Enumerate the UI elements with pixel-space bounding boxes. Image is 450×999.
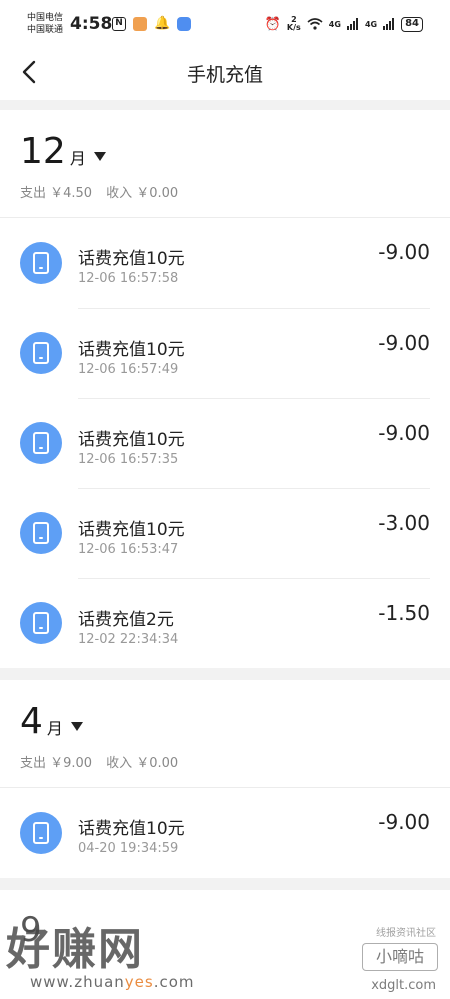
income-total: 收入 ￥0.00 [106,756,179,771]
phone-recharge-icon [20,242,62,284]
transaction-time: 12-02 22:34:34 [78,632,179,647]
income-total: 收入 ￥0.00 [106,186,179,201]
transaction-row[interactable]: 话费充值2元 12-02 22:34:34 -1.50 [20,578,450,668]
nfc-icon: N [112,16,126,31]
expense-total: 支出 ￥9.00 [20,756,93,771]
phone-recharge-icon [20,422,62,464]
month-number: 4 [20,701,43,742]
transaction-title: 话费充值2元 [78,610,174,630]
transaction-time: 12-06 16:57:49 [78,362,179,377]
month-section-partial: 9 [0,890,450,999]
month-unit: 月 [69,149,86,168]
battery-indicator: 84 [401,16,423,32]
signal-1-label: 4G [328,19,341,29]
month-summary: 支出 ￥9.00 收入 ￥0.00 [20,752,430,771]
signal-2-icon [383,18,395,30]
transaction-time: 04-20 19:34:59 [78,841,179,856]
screen: 中国电信 中国联通 4:58 N 🔔 ⏰ 2 K/s 4G 4G 84 手机充值… [0,0,450,999]
phone-recharge-icon [20,812,62,854]
transaction-row[interactable]: 话费充值10元 12-06 16:57:35 -9.00 [20,398,450,488]
carrier-2: 中国联通 [27,25,64,35]
net-speed: 2 K/s [287,16,301,32]
month-summary: 支出 ￥4.50 收入 ￥0.00 [20,182,430,201]
transaction-time: 12-06 16:53:47 [78,542,179,557]
app-bar: 手机充值 [0,44,450,100]
caret-down-icon [93,151,106,161]
phone-recharge-icon [20,512,62,554]
transaction-title: 话费充值10元 [78,819,185,839]
system-icons: ⏰ 2 K/s 4G 4G 84 [265,16,423,32]
signal-2-label: 4G [364,19,378,29]
month-header: 12 月 支出 ￥4.50 收入 ￥0.00 [0,110,450,218]
transaction-amount: -9.00 [378,240,430,264]
transaction-title: 话费充值10元 [78,520,185,540]
phone-recharge-icon [20,332,62,374]
expense-total: 支出 ￥4.50 [20,186,93,201]
page-title: 手机充值 [186,64,263,86]
month-selector[interactable]: 4 月 [20,702,430,742]
transaction-title: 话费充值10元 [78,430,185,450]
transaction-time: 12-06 16:57:58 [78,271,179,286]
partial-month-number: 9 [20,910,42,950]
signal-1-icon [346,18,358,30]
transaction-title: 话费充值10元 [78,340,185,360]
carrier-1: 中国电信 [27,13,64,23]
app-notification-icon [133,16,147,31]
caret-down-icon [70,721,83,731]
net-speed-unit: K/s [286,23,301,32]
transaction-row[interactable]: 话费充值10元 12-06 16:57:49 -9.00 [20,308,450,398]
month-section-4: 4 月 支出 ￥9.00 收入 ￥0.00 话费充值10元 04-20 19:3… [0,680,450,878]
alarm-icon: ⏰ [264,16,281,32]
bell-icon: 🔔 [154,16,171,31]
transaction-title: 话费充值10元 [78,249,185,269]
transaction-row[interactable]: 话费充值10元 04-20 19:34:59 -9.00 [20,788,450,878]
carrier-info: 中国电信 中国联通 [27,12,63,36]
month-unit: 月 [46,719,63,738]
wifi-icon [307,18,323,30]
transaction-row[interactable]: 话费充值10元 12-06 16:53:47 -3.00 [20,488,450,578]
month-number: 12 [20,131,66,172]
notification-icons: N 🔔 [112,16,192,31]
status-time: 4:58 [70,14,113,34]
transaction-history: 12 月 支出 ￥4.50 收入 ￥0.00 话费充值10元 12-06 16:… [0,110,450,999]
transaction-amount: -3.00 [378,511,430,535]
transaction-amount: -9.00 [378,810,430,834]
message-app-icon [177,16,192,31]
month-header: 4 月 支出 ￥9.00 收入 ￥0.00 [0,680,450,788]
month-selector[interactable]: 12 月 [20,132,430,172]
month-section-12: 12 月 支出 ￥4.50 收入 ￥0.00 话费充值10元 12-06 16:… [0,110,450,668]
transaction-list: 话费充值10元 04-20 19:34:59 -9.00 [0,788,450,878]
transaction-amount: -9.00 [378,331,430,355]
transaction-row[interactable]: 话费充值10元 12-06 16:57:58 -9.00 [20,218,450,308]
phone-recharge-icon [20,602,62,644]
transaction-amount: -1.50 [378,601,430,625]
status-bar: 中国电信 中国联通 4:58 N 🔔 ⏰ 2 K/s 4G 4G 84 [0,0,450,44]
transaction-amount: -9.00 [378,421,430,445]
transaction-list: 话费充值10元 12-06 16:57:58 -9.00 话费充值10元 12-… [0,218,450,668]
transaction-time: 12-06 16:57:35 [78,452,179,467]
